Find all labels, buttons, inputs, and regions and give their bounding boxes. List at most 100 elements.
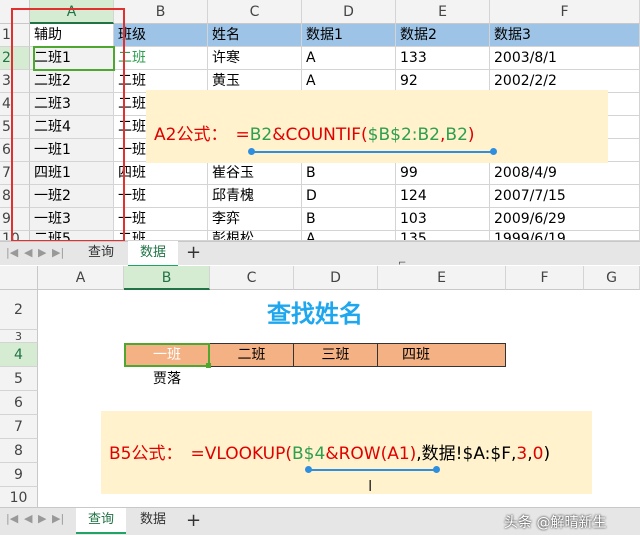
cell-data2-row8[interactable]: 124 xyxy=(396,185,490,208)
range-dot-right-b5 xyxy=(433,466,440,473)
col-header-E[interactable]: E xyxy=(396,0,490,24)
col-header-B-bottom[interactable]: B xyxy=(124,266,210,290)
cell-name-row9[interactable]: 李弈 xyxy=(208,208,302,231)
col-header-B[interactable]: B xyxy=(114,0,208,24)
cell-data3-row7[interactable]: 2008/4/9 xyxy=(490,162,640,185)
header-cell-data2[interactable]: 数据2 xyxy=(396,24,490,47)
tab-query-top[interactable]: 查询 xyxy=(76,241,126,267)
watermark: 头条 @解晴新生 xyxy=(504,515,607,531)
cell-data3-row10[interactable]: 1999/6/19 xyxy=(490,231,640,241)
range-dot-left-b5 xyxy=(305,466,312,473)
cell-class-row8[interactable]: 一班 xyxy=(114,185,208,208)
bottom-sheet-tab-bar: |◀ ◀ ▶ ▶| 查询 数据 + 头条 @解晴新生 xyxy=(0,507,640,535)
row-header-7-bottom[interactable]: 7 xyxy=(0,415,38,439)
cell-class-row2[interactable]: 二班 xyxy=(114,47,208,70)
tab-query-bottom[interactable]: 查询 xyxy=(76,508,126,534)
formula-text-b5: B5公式： =VLOOKUP(B$4&ROW(A1),数据!$A:$F,3,0) xyxy=(109,439,550,464)
formula-match-type: 0 xyxy=(532,444,544,464)
row-header-4-bottom[interactable]: 4 xyxy=(0,343,38,367)
row-header-6-bottom[interactable]: 6 xyxy=(0,391,38,415)
formula-label-b5: B5公式： xyxy=(109,444,183,464)
cell-class-row9[interactable]: 一班 xyxy=(114,208,208,231)
formula-callout-b5: B5公式： =VLOOKUP(B$4&ROW(A1),数据!$A:$F,3,0) … xyxy=(101,411,592,495)
class-cell-2[interactable]: 二班 xyxy=(210,343,294,367)
col-header-D-bottom[interactable]: D xyxy=(294,266,378,290)
formula-label-a2: A2公式： xyxy=(154,125,228,145)
first-sheet-icon[interactable]: |◀ xyxy=(6,246,18,259)
row-header-2-bottom[interactable]: 2 xyxy=(0,290,38,330)
formula-row: &ROW(A1) xyxy=(325,444,417,464)
first-sheet-icon-bottom[interactable]: |◀ xyxy=(6,512,18,525)
cell-b5-value[interactable]: 贾落 xyxy=(124,369,210,389)
class-cell-1[interactable]: 一班 xyxy=(124,343,210,367)
prev-sheet-icon-bottom[interactable]: ◀ xyxy=(24,512,32,525)
col-header-F-bottom[interactable]: F xyxy=(506,266,584,290)
cell-data2-row2[interactable]: 133 xyxy=(396,47,490,70)
prev-sheet-icon[interactable]: ◀ xyxy=(24,246,32,259)
column-a-highlight-box xyxy=(11,8,125,242)
cell-class-row10[interactable]: 二班 xyxy=(114,231,208,241)
cell-class-row7[interactable]: 四班 xyxy=(114,162,208,185)
col-header-G-bottom[interactable]: G xyxy=(584,266,640,290)
row-header-3-bottom[interactable]: 3 xyxy=(0,330,38,343)
col-header-C[interactable]: C xyxy=(208,0,302,24)
cell-name-row7[interactable]: 崔谷玉 xyxy=(208,162,302,185)
top-sheet-tab-bar: |◀ ◀ ▶ ▶| 查询 数据 + ⌐ xyxy=(0,241,640,269)
row-header-8-bottom[interactable]: 8 xyxy=(0,439,38,463)
class-cell-3[interactable]: 三班 xyxy=(294,343,378,367)
page-title: 查找姓名 xyxy=(267,300,363,328)
row-header-5-bottom[interactable]: 5 xyxy=(0,367,38,391)
formula-countif: &COUNTIF( xyxy=(272,125,368,145)
col-header-F[interactable]: F xyxy=(490,0,640,24)
header-cell-class[interactable]: 班级 xyxy=(114,24,208,47)
range-underline-b5 xyxy=(309,469,437,471)
col-header-C-bottom[interactable]: C xyxy=(210,266,294,290)
formula-eq: = xyxy=(235,125,250,145)
col-header-E-bottom[interactable]: E xyxy=(378,266,506,290)
last-sheet-icon-bottom[interactable]: ▶| xyxy=(52,512,64,525)
next-sheet-icon[interactable]: ▶ xyxy=(38,246,46,259)
select-all-corner-bottom[interactable] xyxy=(0,266,38,290)
cell-name-row2[interactable]: 许寒 xyxy=(208,47,302,70)
formula-close: ) xyxy=(467,125,475,145)
add-sheet-button-top[interactable]: + xyxy=(186,242,201,264)
cell-data3-row8[interactable]: 2007/7/15 xyxy=(490,185,640,208)
row-header-9-bottom[interactable]: 9 xyxy=(0,463,38,487)
add-sheet-button-bottom[interactable]: + xyxy=(186,510,201,532)
formula-close-b5: ) xyxy=(543,444,551,464)
top-sheet: A B C D E F 1 2 3 4 5 6 7 8 9 10 辅助 班级 姓… xyxy=(0,0,640,269)
fill-handle[interactable] xyxy=(206,363,211,368)
formula-ref-b2: B2 xyxy=(249,125,273,145)
cell-data3-row9[interactable]: 2009/6/29 xyxy=(490,208,640,231)
cell-data2-row9[interactable]: 103 xyxy=(396,208,490,231)
cell-name-row8[interactable]: 邱青槐 xyxy=(208,185,302,208)
tab-data-top[interactable]: 数据 xyxy=(128,241,178,267)
formula-ref-b4: B$4 xyxy=(292,444,326,464)
next-sheet-icon-bottom[interactable]: ▶ xyxy=(38,512,46,525)
cell-name-row10[interactable]: 彭根松 xyxy=(208,231,302,241)
cell-data1-row8[interactable]: D xyxy=(302,185,396,208)
formula-ref-b2-2: B2 xyxy=(445,125,468,145)
formula-range-data: ,数据!$A:$F, xyxy=(416,444,517,464)
formula-col-index: 3 xyxy=(516,444,528,464)
cell-data1-row7[interactable]: B xyxy=(302,162,396,185)
cell-data2-row7[interactable]: 99 xyxy=(396,162,490,185)
header-cell-data1[interactable]: 数据1 xyxy=(302,24,396,47)
cell-data2-row10[interactable]: 135 xyxy=(396,231,490,241)
range-dot-right xyxy=(490,148,497,155)
header-cell-name[interactable]: 姓名 xyxy=(208,24,302,47)
tab-data-bottom[interactable]: 数据 xyxy=(128,508,178,534)
class-cell-4[interactable]: 四班 xyxy=(378,343,506,367)
cell-data1-row10[interactable]: A xyxy=(302,231,396,241)
range-dot-left xyxy=(248,148,255,155)
range-underline-a2 xyxy=(252,151,494,153)
col-header-A-bottom[interactable]: A xyxy=(38,266,124,290)
formula-vlookup: =VLOOKUP( xyxy=(190,444,293,464)
cell-data3-row2[interactable]: 2003/8/1 xyxy=(490,47,640,70)
cell-data1-row9[interactable]: B xyxy=(302,208,396,231)
header-cell-data3[interactable]: 数据3 xyxy=(490,24,640,47)
last-sheet-icon[interactable]: ▶| xyxy=(52,246,64,259)
cell-data1-row2[interactable]: A xyxy=(302,47,396,70)
col-header-D[interactable]: D xyxy=(302,0,396,24)
bottom-sheet: A B C D E F G 2 3 4 5 6 7 8 9 10 查找姓名 一班… xyxy=(0,266,640,535)
